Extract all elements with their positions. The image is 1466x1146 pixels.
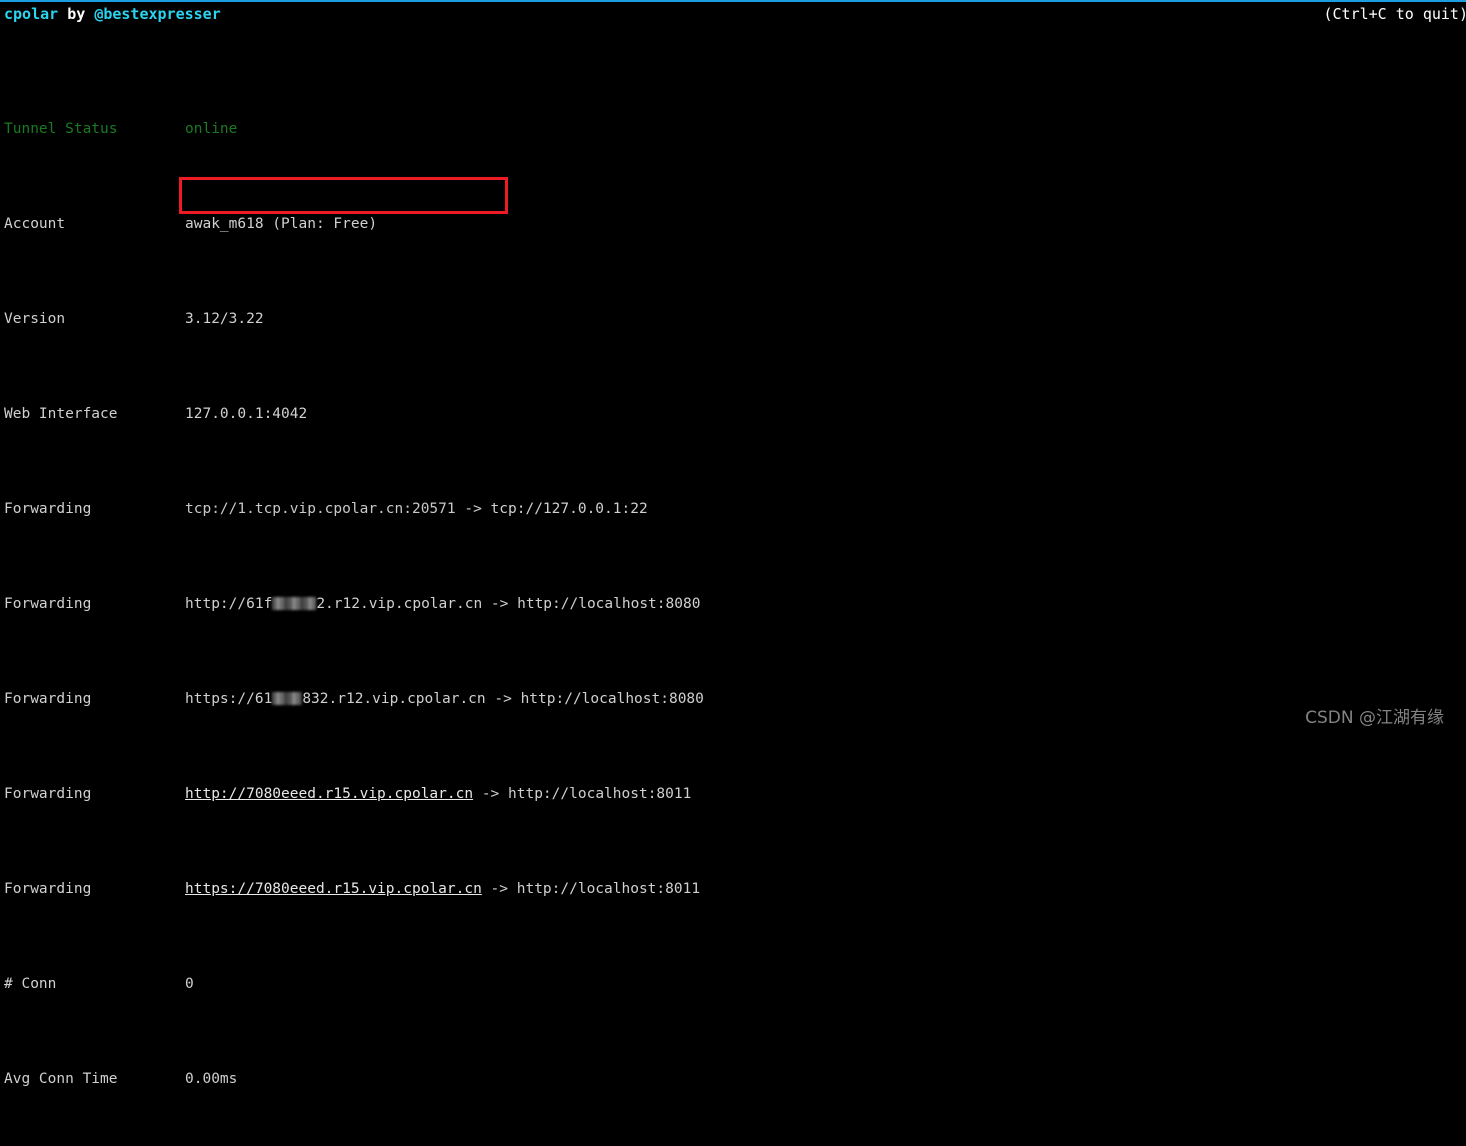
app-title-bar: cpolar by @bestexpresser: [4, 5, 221, 24]
forwarding-arrow: ->: [473, 786, 508, 802]
table-row-forwarding-https-8080: Forwardinghttps://61 832.r12.vip.cpolar.c…: [4, 690, 704, 709]
row-label: Web Interface: [4, 405, 185, 424]
table-row-forwarding-http-8080: Forwardinghttp://61f2.r12.vip.cpolar.cn …: [4, 595, 704, 614]
row-label: Forwarding: [4, 500, 185, 519]
row-value: 0: [185, 975, 194, 994]
table-row-forwarding-https-8011: Forwardinghttps://7080eeed.r15.vip.cpola…: [4, 880, 704, 899]
forwarding-destination-url[interactable]: http://localhost:8011: [508, 786, 691, 802]
table-row-forwarding-http-8011: Forwardinghttp://7080eeed.r15.vip.cpolar…: [4, 785, 704, 804]
forwarding-source-url[interactable]: http://7080eeed.r15.vip.cpolar.cn: [185, 785, 473, 804]
row-value: 0.00ms: [185, 1070, 237, 1089]
table-row-tunnel-status: Tunnel Statusonline: [4, 120, 704, 139]
app-title-by-word: [58, 5, 67, 23]
app-title-space: [85, 5, 94, 23]
forwarding-destination-url[interactable]: http://localhost:8011: [517, 881, 700, 897]
row-value: online: [185, 120, 237, 139]
table-row-avg-conn-time: Avg Conn Time0.00ms: [4, 1070, 704, 1089]
row-label: Forwarding: [4, 690, 185, 709]
forwarding-arrow: ->: [482, 881, 517, 897]
forwarding-arrow: ->: [486, 691, 521, 707]
table-row-conn-count: # Conn0: [4, 975, 704, 994]
row-label: Account: [4, 215, 185, 234]
row-label: # Conn: [4, 975, 185, 994]
forwarding-destination-url[interactable]: tcp://127.0.0.1:22: [491, 501, 648, 517]
forwarding-source-prefix[interactable]: http://61f: [185, 595, 272, 614]
row-label: Tunnel Status: [4, 120, 185, 139]
forwarding-source-url[interactable]: tcp://1.tcp.vip.cpolar.cn:20571: [185, 500, 456, 519]
row-label: Forwarding: [4, 785, 185, 804]
forwarding-arrow: ->: [456, 501, 491, 517]
app-title-by: by: [67, 5, 85, 23]
window-top-border: [0, 0, 1466, 2]
csdn-watermark: CSDN @江湖有缘: [1305, 703, 1444, 728]
row-value: awak_m618 (Plan: Free): [185, 215, 377, 234]
forwarding-destination-url[interactable]: http://localhost:8080: [521, 691, 704, 707]
row-label: Version: [4, 310, 185, 329]
forwarding-arrow: ->: [482, 596, 517, 612]
forwarding-source-suffix[interactable]: 832.r12.vip.cpolar.cn: [302, 690, 485, 709]
row-label: Forwarding: [4, 595, 185, 614]
forwarding-source-url[interactable]: https://7080eeed.r15.vip.cpolar.cn: [185, 880, 482, 899]
redaction-blur: [272, 597, 316, 610]
forwarding-destination-url[interactable]: http://localhost:8080: [517, 596, 700, 612]
terminal-window: cpolar by @bestexpresser (Ctrl+C to quit…: [0, 0, 1466, 740]
table-row-web-interface: Web Interface127.0.0.1:4042: [4, 405, 704, 424]
table-row-version: Version3.12/3.22: [4, 310, 704, 329]
tunnel-status-table: Tunnel Statusonline Accountawak_m618 (Pl…: [4, 44, 704, 1146]
table-row-account: Accountawak_m618 (Plan: Free): [4, 215, 704, 234]
redaction-blur: [272, 692, 302, 705]
forwarding-source-prefix[interactable]: https://61: [185, 690, 272, 709]
row-label: Avg Conn Time: [4, 1070, 185, 1089]
row-value: 3.12/3.22: [185, 310, 264, 329]
app-brand-name: cpolar: [4, 5, 58, 23]
app-author-handle: @bestexpresser: [94, 5, 220, 23]
quit-hint: (Ctrl+C to quit): [1324, 5, 1466, 24]
forwarding-source-suffix[interactable]: 2.r12.vip.cpolar.cn: [316, 595, 482, 614]
table-row-forwarding-tcp: Forwardingtcp://1.tcp.vip.cpolar.cn:2057…: [4, 500, 704, 519]
web-interface-url[interactable]: 127.0.0.1:4042: [185, 405, 307, 424]
row-label: Forwarding: [4, 880, 185, 899]
